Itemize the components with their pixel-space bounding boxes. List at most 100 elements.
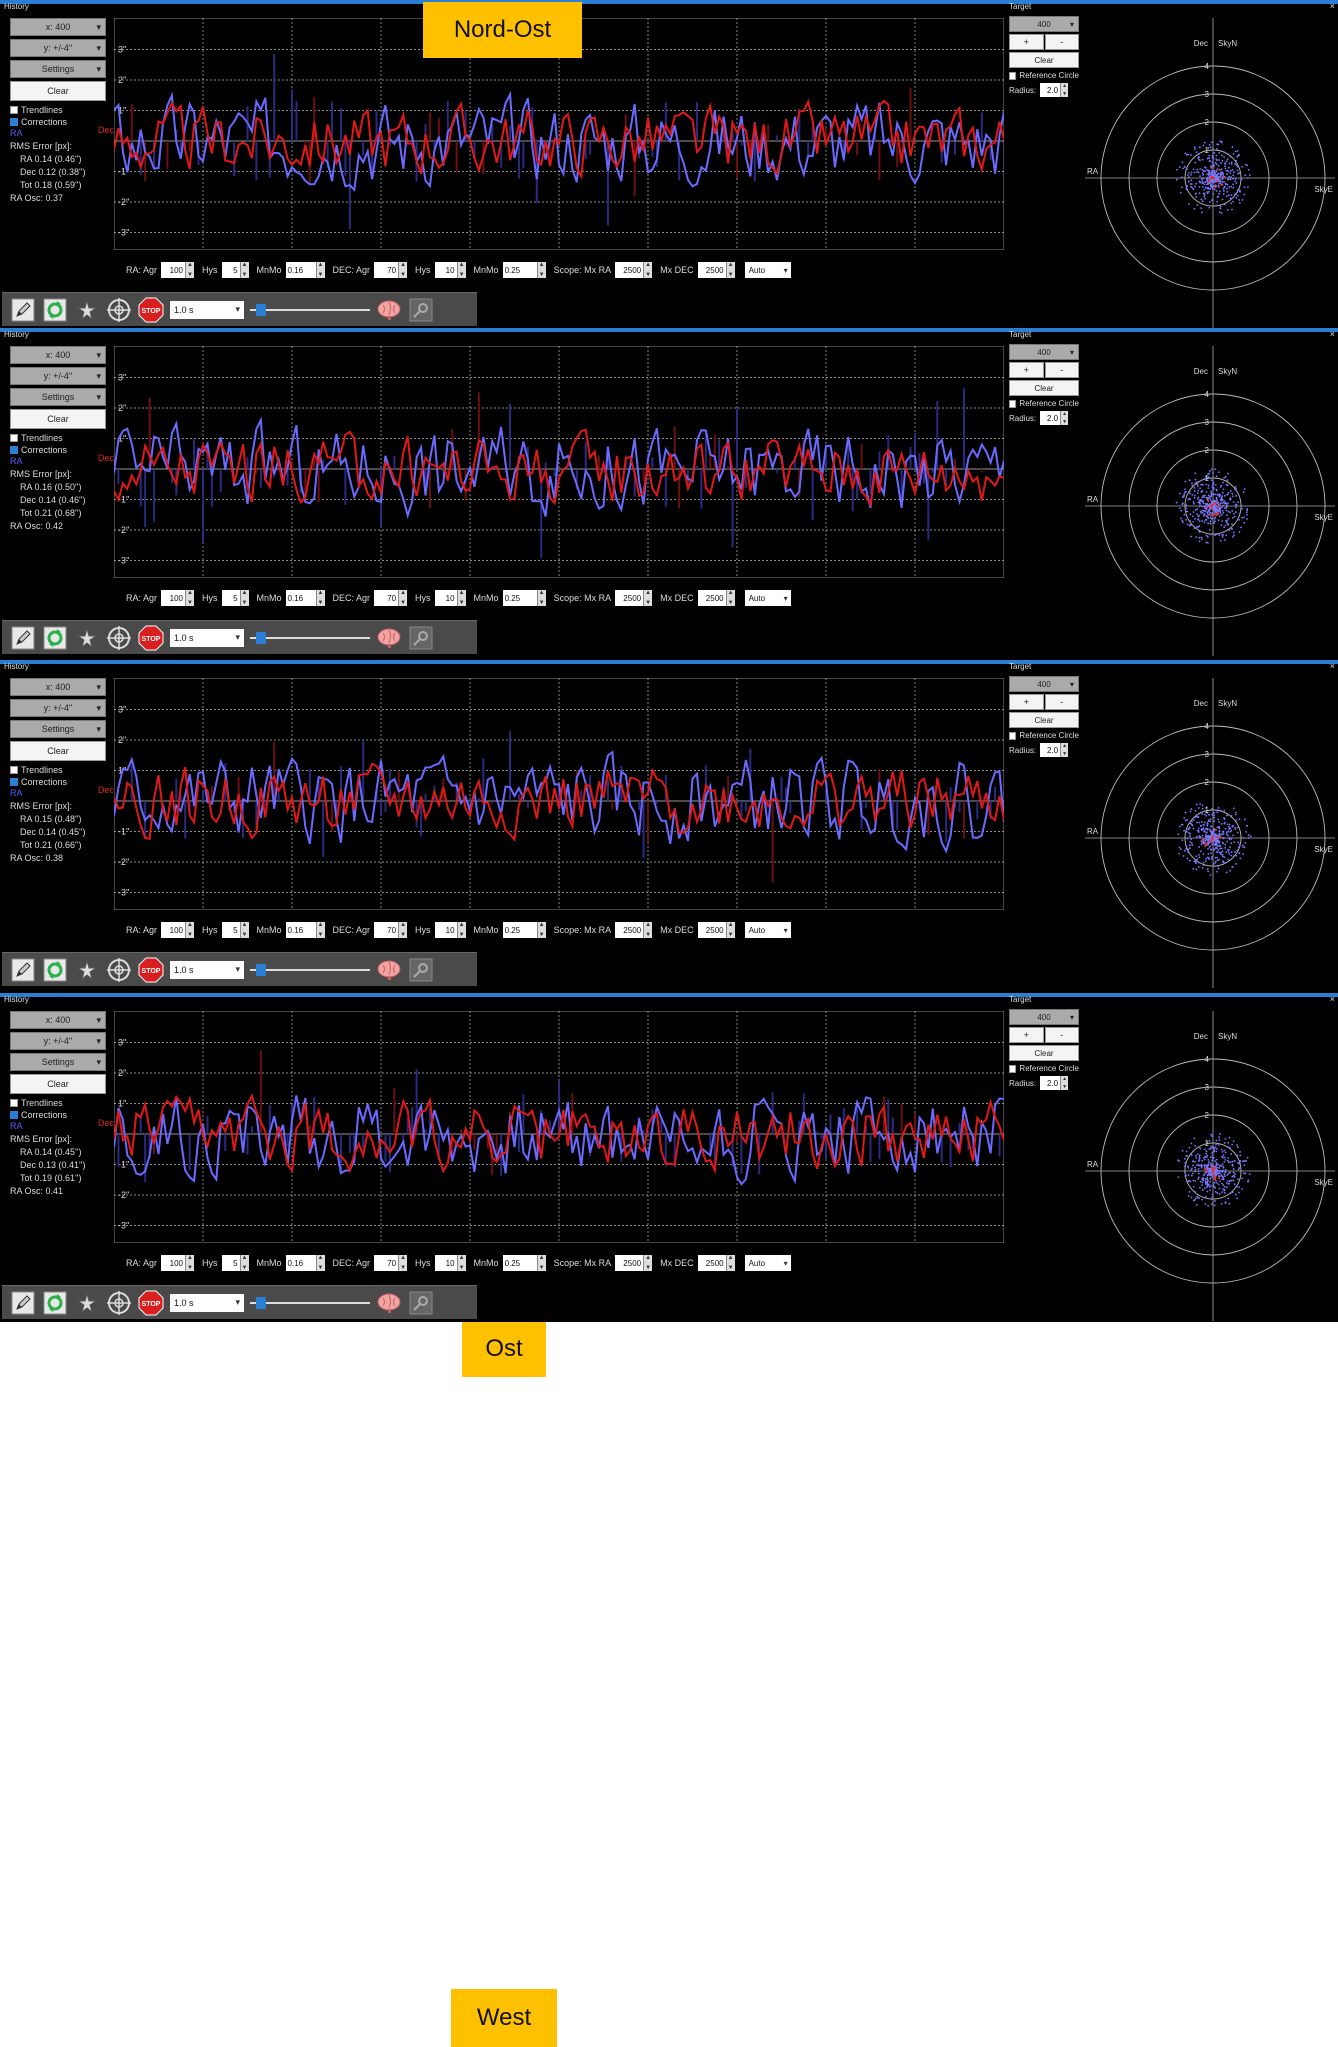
radius-spinner[interactable]: 2.0 ▲ ▼ xyxy=(1040,1076,1069,1090)
guide-crosshair-icon[interactable] xyxy=(106,297,132,323)
stop-icon[interactable]: STOP xyxy=(138,957,164,983)
slider-thumb[interactable] xyxy=(256,1296,266,1309)
ra-hys-spinner[interactable]: 5 ▲ ▼ xyxy=(221,262,249,278)
corrections-checkbox[interactable]: Corrections xyxy=(10,116,106,128)
corrections-checkbox[interactable]: Corrections xyxy=(10,1109,106,1121)
target-scale-dropdown[interactable]: 400 xyxy=(1009,676,1079,692)
y-scale-dropdown[interactable]: y: +/-4'' xyxy=(10,699,106,717)
target-clear-button[interactable]: Clear xyxy=(1009,1045,1079,1061)
zoom-out-button[interactable]: - xyxy=(1044,34,1079,50)
pencil-icon[interactable] xyxy=(10,957,36,983)
radius-spinner[interactable]: 2.0 ▲ ▼ xyxy=(1040,411,1069,425)
corrections-checkbox[interactable]: Corrections xyxy=(10,776,106,788)
dec-mnmo-spinner[interactable]: 0.25 ▲ ▼ xyxy=(502,262,546,278)
clear-button[interactable]: Clear xyxy=(10,741,106,761)
mx-ra-spinner[interactable]: 2500 ▲ ▼ xyxy=(615,1255,653,1271)
gamma-slider[interactable] xyxy=(250,629,370,647)
auto-select-star-icon[interactable] xyxy=(74,957,100,983)
trendlines-checkbox[interactable]: Trendlines xyxy=(10,1097,106,1109)
brain-icon[interactable] xyxy=(376,1290,402,1316)
zoom-out-button[interactable]: - xyxy=(1044,694,1079,710)
close-icon[interactable]: × xyxy=(1330,329,1335,339)
brain-icon[interactable] xyxy=(376,297,402,323)
dec-agr-spinner[interactable]: 70 ▲ ▼ xyxy=(374,1255,408,1271)
target-clear-button[interactable]: Clear xyxy=(1009,380,1079,396)
ra-mnmo-spinner[interactable]: 0.16 ▲ ▼ xyxy=(285,922,325,938)
gamma-slider[interactable] xyxy=(250,301,370,319)
ra-mnmo-spinner[interactable]: 0.16 ▲ ▼ xyxy=(285,1255,325,1271)
dec-hys-spinner[interactable]: 10 ▲ ▼ xyxy=(434,1255,466,1271)
pencil-icon[interactable] xyxy=(10,625,36,651)
settings-dropdown[interactable]: Settings xyxy=(10,388,106,406)
ra-hys-spinner[interactable]: 5 ▲ ▼ xyxy=(221,1255,249,1271)
dec-agr-spinner[interactable]: 70 ▲ ▼ xyxy=(374,262,408,278)
tools-icon[interactable] xyxy=(408,1290,434,1316)
radius-spinner[interactable]: 2.0 ▲ ▼ xyxy=(1040,83,1069,97)
gamma-slider[interactable] xyxy=(250,1294,370,1312)
tools-icon[interactable] xyxy=(408,957,434,983)
zoom-in-button[interactable]: + xyxy=(1009,1027,1044,1043)
y-scale-dropdown[interactable]: y: +/-4'' xyxy=(10,1032,106,1050)
clear-button[interactable]: Clear xyxy=(10,409,106,429)
settings-dropdown[interactable]: Settings xyxy=(10,1053,106,1071)
exposure-dropdown[interactable]: 1.0 s xyxy=(170,628,244,647)
trendlines-checkbox[interactable]: Trendlines xyxy=(10,432,106,444)
guide-crosshair-icon[interactable] xyxy=(106,957,132,983)
close-icon[interactable]: × xyxy=(1330,661,1335,671)
target-scale-dropdown[interactable]: 400 xyxy=(1009,16,1079,32)
ra-mnmo-spinner[interactable]: 0.16 ▲ ▼ xyxy=(285,262,325,278)
mx-ra-spinner[interactable]: 2500 ▲ ▼ xyxy=(615,262,653,278)
zoom-out-button[interactable]: - xyxy=(1044,1027,1079,1043)
dec-agr-spinner[interactable]: 70 ▲ ▼ xyxy=(374,590,408,606)
stop-icon[interactable]: STOP xyxy=(138,625,164,651)
mx-dec-spinner[interactable]: 2500 ▲ ▼ xyxy=(697,1255,735,1271)
auto-select-star-icon[interactable] xyxy=(74,1290,100,1316)
reference-circle-checkbox[interactable]: Reference Circle xyxy=(1009,1064,1079,1073)
dec-agr-spinner[interactable]: 70 ▲ ▼ xyxy=(374,922,408,938)
brain-icon[interactable] xyxy=(376,957,402,983)
reference-circle-checkbox[interactable]: Reference Circle xyxy=(1009,731,1079,740)
exposure-dropdown[interactable]: 1.0 s xyxy=(170,960,244,979)
dec-hys-spinner[interactable]: 10 ▲ ▼ xyxy=(434,590,466,606)
mx-ra-spinner[interactable]: 2500 ▲ ▼ xyxy=(615,590,653,606)
exposure-dropdown[interactable]: 1.0 s xyxy=(170,1293,244,1312)
corrections-checkbox[interactable]: Corrections xyxy=(10,444,106,456)
zoom-in-button[interactable]: + xyxy=(1009,362,1044,378)
loop-icon[interactable] xyxy=(42,297,68,323)
tools-icon[interactable] xyxy=(408,297,434,323)
reference-circle-checkbox[interactable]: Reference Circle xyxy=(1009,399,1079,408)
slider-thumb[interactable] xyxy=(256,303,266,316)
dec-hys-spinner[interactable]: 10 ▲ ▼ xyxy=(434,922,466,938)
ra-agr-spinner[interactable]: 100 ▲ ▼ xyxy=(161,922,195,938)
slider-thumb[interactable] xyxy=(256,631,266,644)
close-icon[interactable]: × xyxy=(1330,1,1335,11)
target-clear-button[interactable]: Clear xyxy=(1009,712,1079,728)
auto-select-star-icon[interactable] xyxy=(74,625,100,651)
x-scale-dropdown[interactable]: x: 400 xyxy=(10,678,106,696)
dec-mnmo-spinner[interactable]: 0.25 ▲ ▼ xyxy=(502,590,546,606)
tools-icon[interactable] xyxy=(408,625,434,651)
x-scale-dropdown[interactable]: x: 400 xyxy=(10,346,106,364)
target-clear-button[interactable]: Clear xyxy=(1009,52,1079,68)
algorithm-dropdown[interactable]: Auto xyxy=(744,1255,791,1271)
dec-hys-spinner[interactable]: 10 ▲ ▼ xyxy=(434,262,466,278)
stop-icon[interactable]: STOP xyxy=(138,1290,164,1316)
algorithm-dropdown[interactable]: Auto xyxy=(744,590,791,606)
y-scale-dropdown[interactable]: y: +/-4'' xyxy=(10,367,106,385)
settings-dropdown[interactable]: Settings xyxy=(10,60,106,78)
ra-hys-spinner[interactable]: 5 ▲ ▼ xyxy=(221,922,249,938)
reference-circle-checkbox[interactable]: Reference Circle xyxy=(1009,71,1079,80)
ra-agr-spinner[interactable]: 100 ▲ ▼ xyxy=(161,262,195,278)
stop-icon[interactable]: STOP xyxy=(138,297,164,323)
trendlines-checkbox[interactable]: Trendlines xyxy=(10,104,106,116)
mx-dec-spinner[interactable]: 2500 ▲ ▼ xyxy=(697,922,735,938)
zoom-out-button[interactable]: - xyxy=(1044,362,1079,378)
slider-thumb[interactable] xyxy=(256,963,266,976)
pencil-icon[interactable] xyxy=(10,297,36,323)
exposure-dropdown[interactable]: 1.0 s xyxy=(170,300,244,319)
mx-dec-spinner[interactable]: 2500 ▲ ▼ xyxy=(697,590,735,606)
loop-icon[interactable] xyxy=(42,957,68,983)
y-scale-dropdown[interactable]: y: +/-4'' xyxy=(10,39,106,57)
ra-agr-spinner[interactable]: 100 ▲ ▼ xyxy=(161,1255,195,1271)
mx-ra-spinner[interactable]: 2500 ▲ ▼ xyxy=(615,922,653,938)
